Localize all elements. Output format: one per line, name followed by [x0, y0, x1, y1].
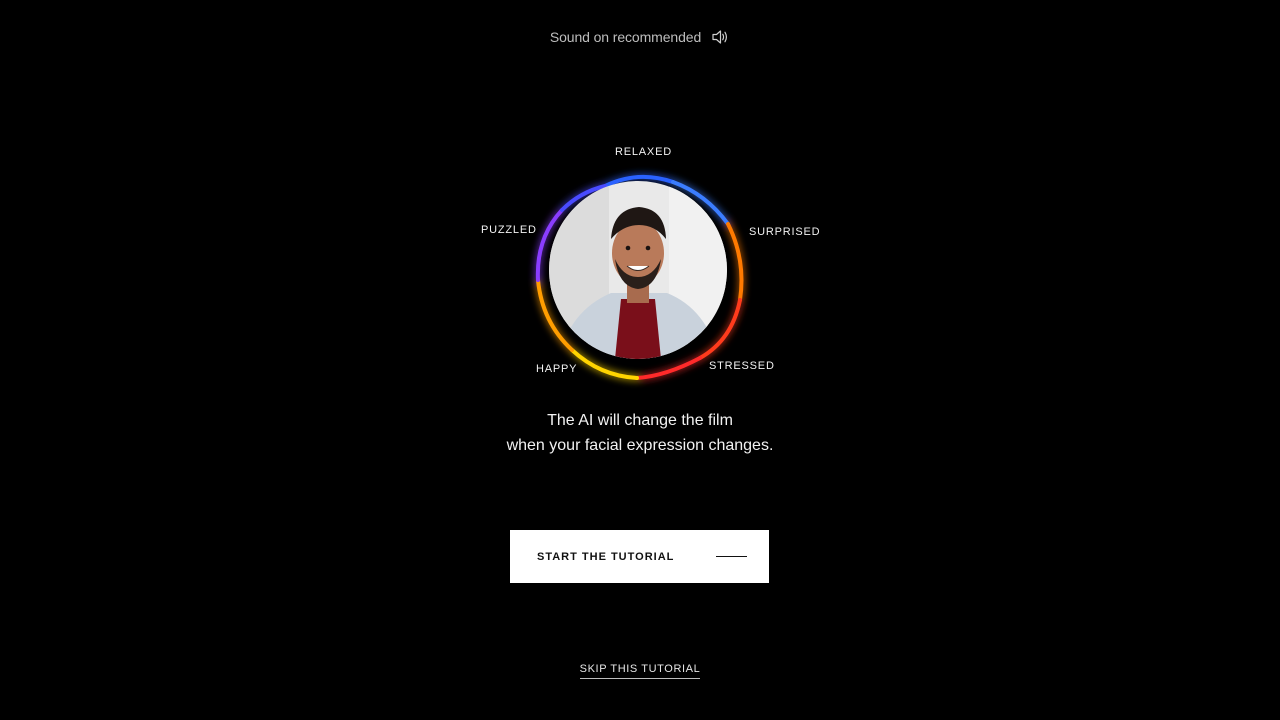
emotion-label-surprised: SURPRISED — [749, 226, 821, 238]
emotion-wheel: RELAXED PUZZLED SURPRISED HAPPY STRESSED — [0, 0, 1280, 720]
emotion-label-relaxed: RELAXED — [615, 146, 672, 158]
tutorial-caption: The AI will change the film when your fa… — [0, 408, 1280, 458]
caption-line-2: when your facial expression changes. — [506, 437, 774, 454]
emotion-label-puzzled: PUZZLED — [481, 224, 537, 236]
caption-line-1: The AI will change the film — [547, 412, 733, 429]
arrow-line-icon — [716, 556, 747, 557]
user-photo-avatar — [549, 181, 727, 359]
start-tutorial-button[interactable]: START THE TUTORIAL — [510, 530, 769, 583]
emotion-label-stressed: STRESSED — [709, 360, 775, 372]
skip-row: SKIP THIS TUTORIAL — [0, 663, 1280, 679]
start-tutorial-label: START THE TUTORIAL — [537, 550, 675, 563]
emotion-label-happy: HAPPY — [536, 363, 578, 375]
skip-tutorial-link[interactable]: SKIP THIS TUTORIAL — [579, 663, 701, 679]
tutorial-intro-screen: Sound on recommended RELAXED PUZZLED SUR… — [0, 0, 1280, 720]
